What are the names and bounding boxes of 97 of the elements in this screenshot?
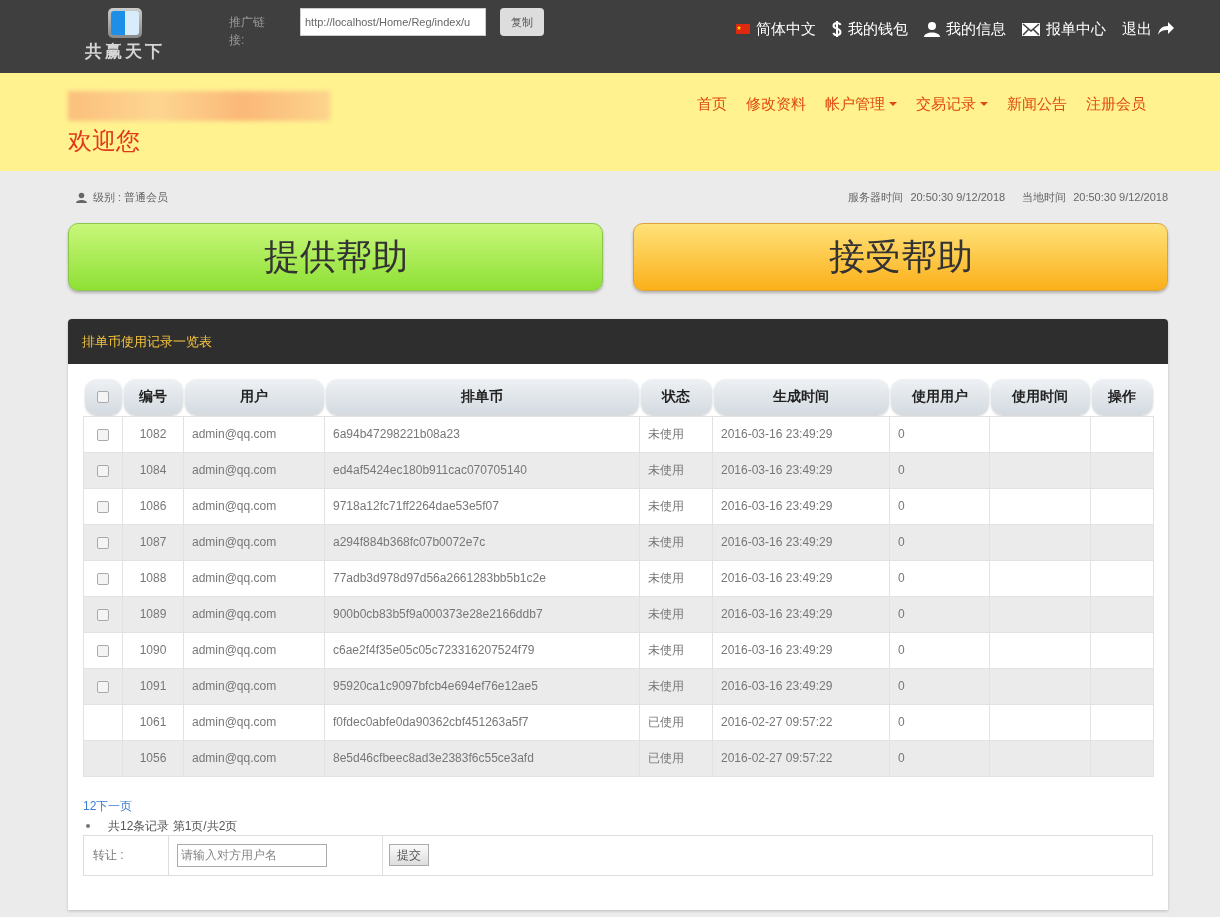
table-cell: 1082 [139, 427, 167, 441]
table-cell: admin@qq.com [192, 715, 277, 729]
transfer-label: 转让 : [93, 847, 124, 864]
table-cell: f0fdec0abfe0da90362cbf451263a5f7 [333, 715, 529, 729]
local-time-label: 当地时间 [1022, 189, 1067, 205]
nav-link[interactable]: 新闻公告 [1007, 94, 1067, 114]
table-cell: 1089 [139, 607, 167, 621]
table-cell: 未使用 [648, 607, 684, 621]
help-button[interactable]: 提供帮助 [68, 223, 603, 291]
table-cell: admin@qq.com [192, 571, 277, 585]
table-cell: 2016-03-16 23:49:29 [721, 679, 833, 693]
nav-link[interactable]: 修改资料 [746, 94, 806, 114]
next-page-link[interactable]: 12下一页 [83, 798, 133, 813]
nav-link[interactable]: 帐户管理 [825, 94, 897, 114]
table-cell: 2016-03-16 23:49:29 [721, 463, 833, 477]
table-cell: 未使用 [648, 463, 684, 477]
local-time: 20:50:30 9/12/2018 [1073, 189, 1168, 205]
column-header: 使用用户 [890, 378, 989, 415]
table-cell: 0 [898, 427, 905, 441]
table-cell: 已使用 [648, 751, 684, 765]
logo-text: 共赢天下 [85, 41, 165, 63]
record-count: 共12条记录 第1页/共2页 [108, 817, 238, 835]
column-header: 状态 [640, 378, 712, 415]
table-cell: 0 [898, 571, 905, 585]
table-cell: admin@qq.com [192, 463, 277, 477]
table-cell: 未使用 [648, 679, 684, 693]
header-link[interactable]: 退出 [1122, 18, 1174, 41]
table-cell: a294f884b368fc07b0072e7c [333, 535, 486, 549]
table-cell: 已使用 [648, 715, 684, 729]
table-cell: admin@qq.com [192, 499, 277, 513]
column-header: 操作 [1091, 378, 1153, 415]
header-link[interactable]: 我的钱包 [832, 18, 908, 41]
table-cell: 0 [898, 607, 905, 621]
nav-link[interactable]: 注册会员 [1086, 94, 1146, 114]
table-cell: 未使用 [648, 535, 684, 549]
header-link[interactable]: 简体中文 [736, 18, 816, 41]
table-cell: 9718a12fc71ff2264dae53e5f07 [333, 499, 499, 513]
table-cell: admin@qq.com [192, 751, 277, 765]
table-cell: 未使用 [648, 643, 684, 657]
table-cell: 8e5d46cfbeec8ad3e2383f6c55ce3afd [333, 751, 534, 765]
table-cell: 6a94b47298221b08a23 [333, 427, 460, 441]
table-cell: 95920ca1c9097bfcb4e694ef76e12ae5 [333, 679, 538, 693]
column-header: 使用时间 [990, 378, 1090, 415]
table-cell: 2016-03-16 23:49:29 [721, 607, 833, 621]
table-cell: 2016-02-27 09:57:22 [721, 715, 833, 729]
table-cell: 未使用 [648, 427, 684, 441]
submit-button[interactable]: 提交 [389, 844, 429, 866]
table-cell: 2016-03-16 23:49:29 [721, 499, 833, 513]
username-field[interactable]: 请输入对方用户名 [177, 843, 327, 867]
table-cell: 0 [898, 643, 905, 657]
help-button[interactable]: 接受帮助 [633, 223, 1168, 291]
nav-link[interactable]: 首页 [697, 94, 727, 114]
table-cell: admin@qq.com [192, 535, 277, 549]
table-cell: 2016-03-16 23:49:29 [721, 427, 833, 441]
table-cell: 0 [898, 535, 905, 549]
table-cell: 未使用 [648, 499, 684, 513]
table-cell: 1086 [139, 499, 167, 513]
welcome-text: 欢迎您 [68, 127, 141, 156]
table-cell: 1087 [139, 535, 167, 549]
table-cell: admin@qq.com [192, 679, 277, 693]
panel-title: 排单币使用记录一览表 [68, 319, 1168, 364]
header-link[interactable]: 报单中心 [1022, 18, 1106, 41]
table-cell: c6ae2f4f35e05c05c723316207524f79 [333, 643, 535, 657]
table-cell: admin@qq.com [192, 643, 277, 657]
promo-label: 推广链接: [229, 14, 266, 49]
table-cell: 0 [898, 715, 905, 729]
table-cell: 2016-02-27 09:57:22 [721, 751, 833, 765]
table-cell: 1084 [139, 463, 167, 477]
table-cell: admin@qq.com [192, 427, 277, 441]
table-cell: 0 [898, 463, 905, 477]
table-cell: 1090 [139, 643, 167, 657]
table-cell: 1088 [139, 571, 167, 585]
table-cell: 1056 [139, 751, 167, 765]
table-cell: 2016-03-16 23:49:29 [721, 643, 833, 657]
table-cell: 2016-03-16 23:49:29 [721, 535, 833, 549]
promo-link-field[interactable]: http://localhost/Home/Reg/index/u [300, 8, 486, 36]
member-level: 级别 : 普通会员 [93, 189, 169, 205]
header-link[interactable]: 我的信息 [924, 18, 1006, 41]
table-cell: 1091 [139, 679, 167, 693]
server-time: 20:50:30 9/12/2018 [910, 189, 1006, 205]
column-header: 用户 [184, 378, 324, 415]
table-cell: 0 [898, 751, 905, 765]
column-header: 生成时间 [713, 378, 889, 415]
column-header: 排单币 [325, 378, 639, 415]
copy-button[interactable]: 复制 [500, 8, 544, 36]
table-cell: 2016-03-16 23:49:29 [721, 571, 833, 585]
table-cell: 77adb3d978d97d56a2661283bb5b1c2e [333, 571, 546, 585]
table-cell: 未使用 [648, 571, 684, 585]
column-header: 编号 [123, 378, 183, 415]
server-time-label: 服务器时间 [848, 189, 904, 205]
table-cell: 900b0cb83b5f9a000373e28e2166ddb7 [333, 607, 543, 621]
table-cell: 1061 [139, 715, 167, 729]
nav-link[interactable]: 交易记录 [916, 94, 988, 114]
table-cell: admin@qq.com [192, 607, 277, 621]
table-cell: 0 [898, 499, 905, 513]
table-cell: ed4af5424ec180b911cac070705140 [333, 463, 527, 477]
table-cell: 0 [898, 679, 905, 693]
